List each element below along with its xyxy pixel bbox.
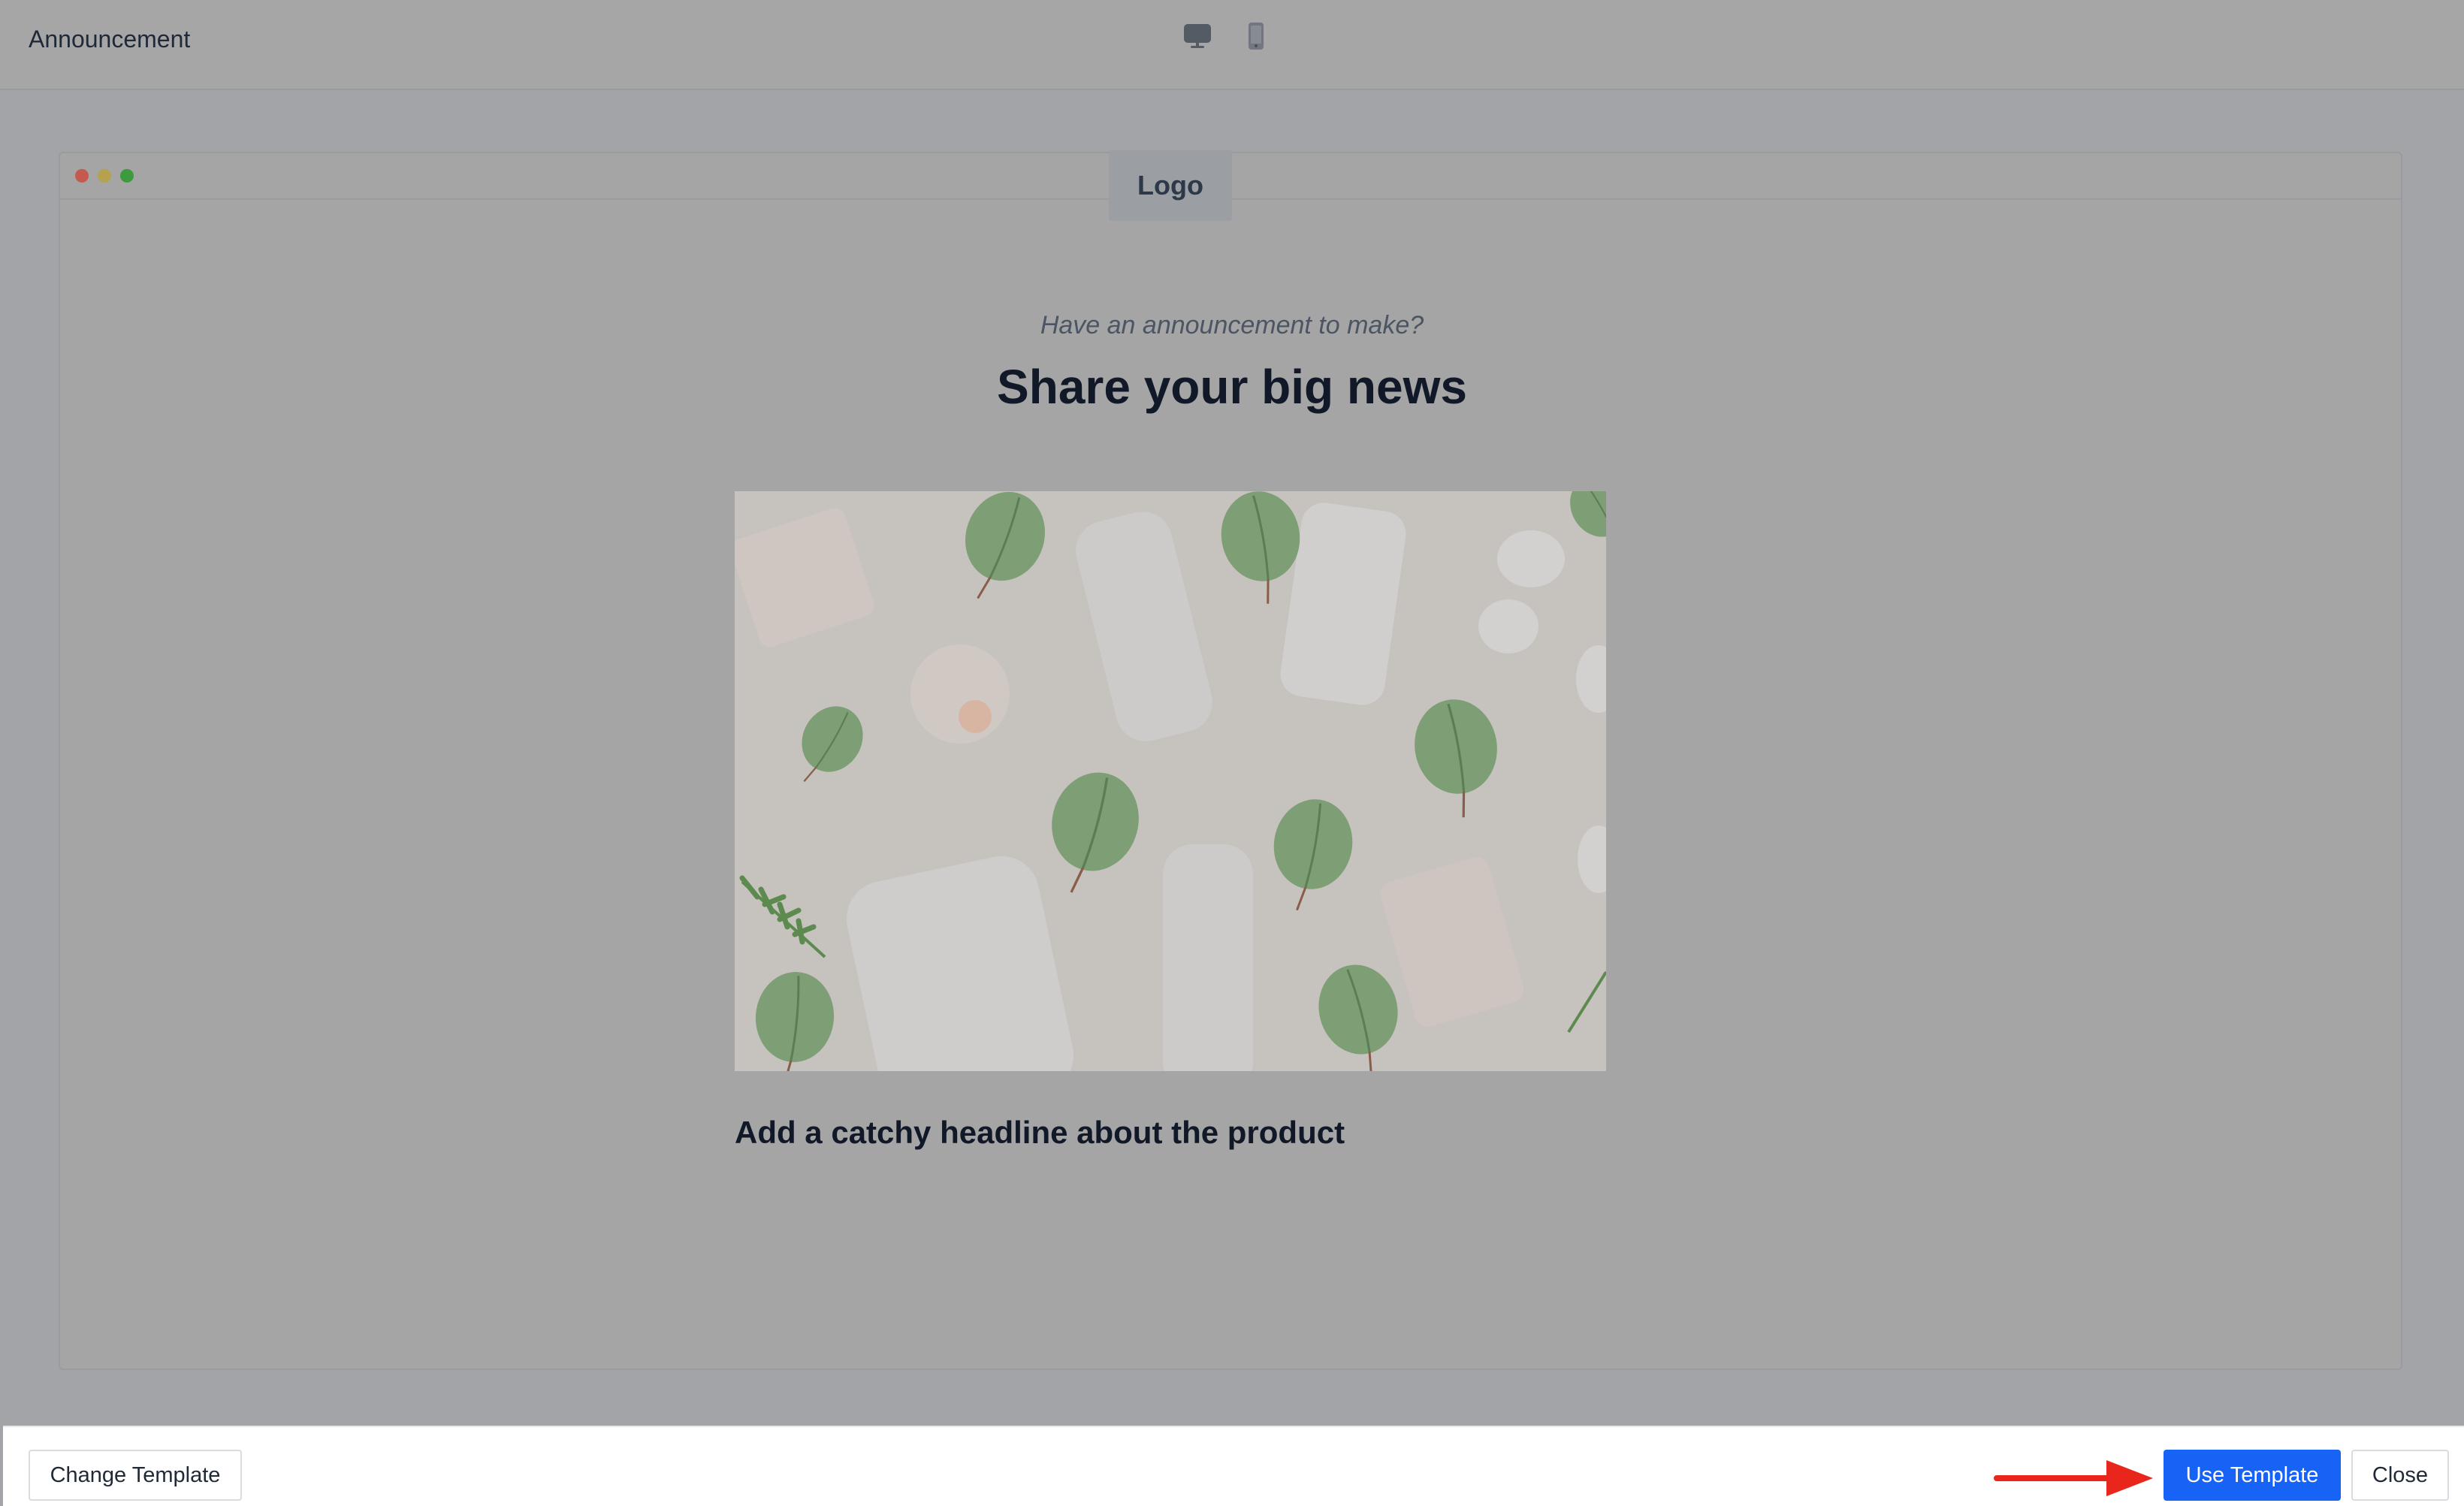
use-template-button[interactable]: Use Template xyxy=(2164,1450,2341,1501)
product-headline: Add a catchy headline about the product xyxy=(735,1115,1345,1150)
announcement-headline: Share your big news xyxy=(997,360,1467,414)
logo-placeholder: Logo xyxy=(1109,150,1232,221)
desktop-view-toggle[interactable] xyxy=(1179,18,1215,54)
change-template-button[interactable]: Change Template xyxy=(29,1450,242,1501)
page-title: Announcement xyxy=(29,26,191,53)
close-button[interactable]: Close xyxy=(2351,1450,2449,1501)
desktop-icon xyxy=(1184,24,1211,48)
footer-bar: Change Template Use Template Close xyxy=(3,1426,2464,1506)
mobile-view-toggle[interactable] xyxy=(1238,18,1274,54)
top-header: Announcement xyxy=(0,0,2464,90)
hero-image xyxy=(735,491,1606,1071)
window-maximize-dot xyxy=(120,169,134,183)
window-minimize-dot xyxy=(98,169,111,183)
window-close-dot xyxy=(75,169,89,183)
annotation-arrow-icon xyxy=(1994,1460,2153,1496)
announcement-subtitle: Have an announcement to make? xyxy=(1040,311,1424,340)
mobile-icon xyxy=(1249,23,1264,50)
